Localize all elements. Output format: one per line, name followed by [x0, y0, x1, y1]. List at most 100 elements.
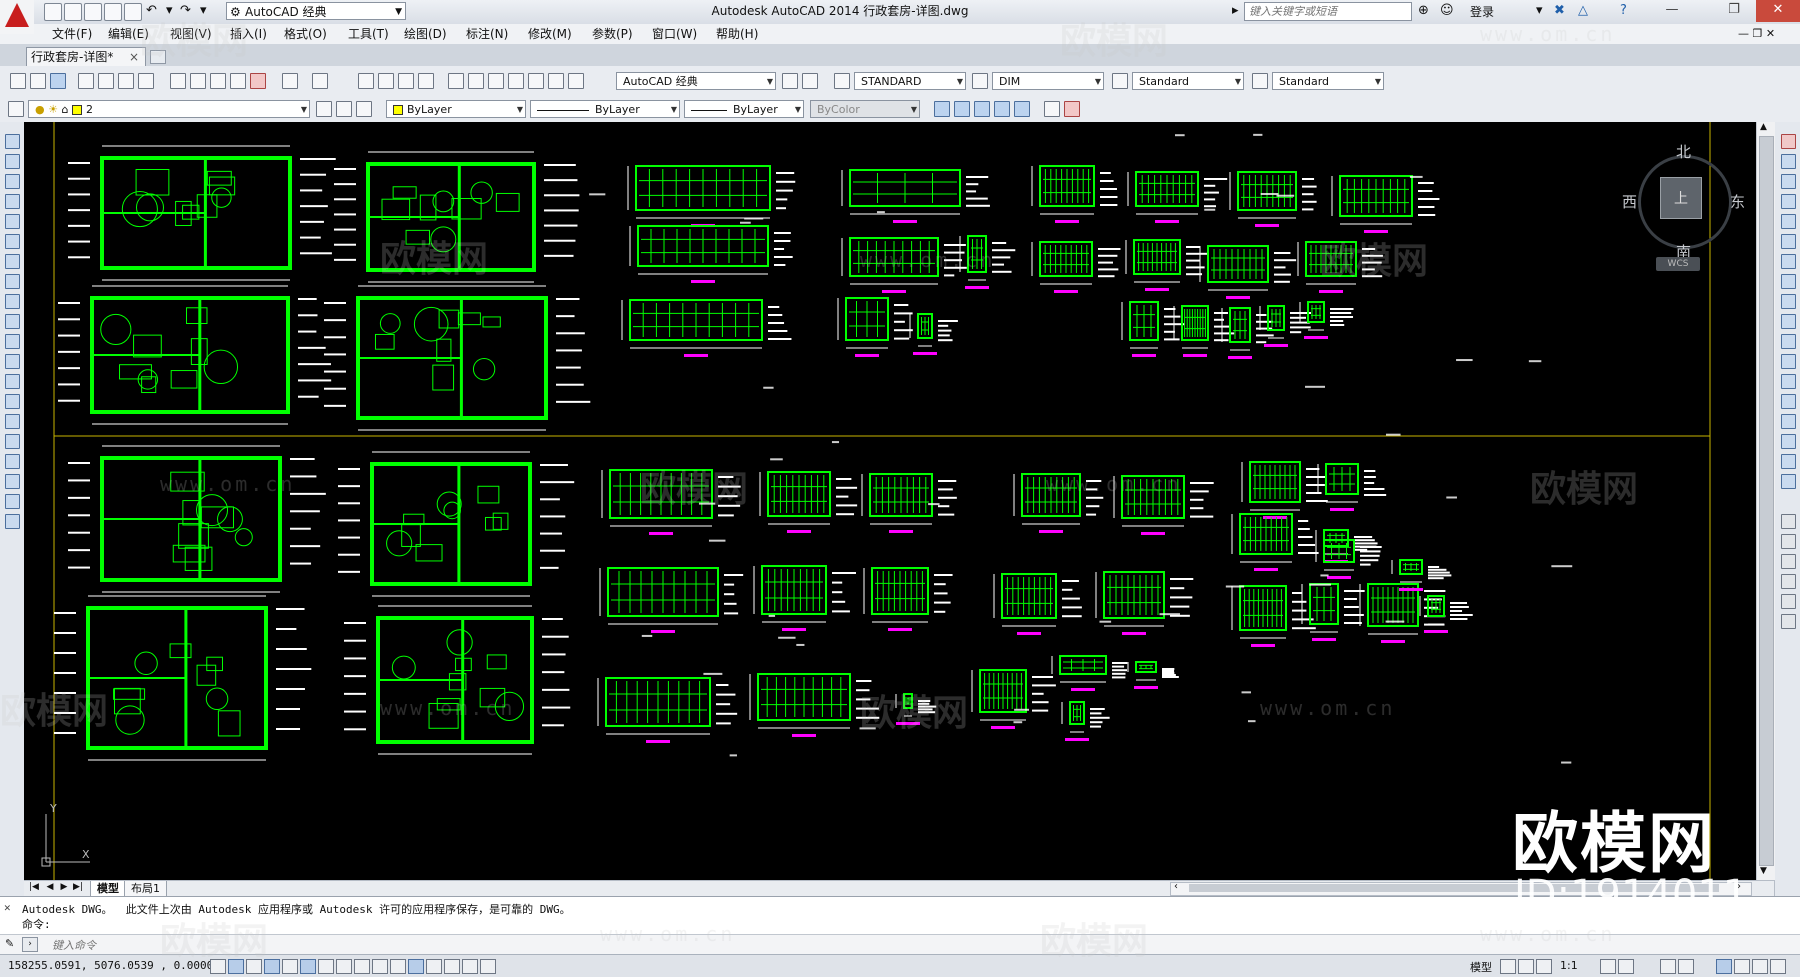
- print-icon[interactable]: [124, 3, 142, 21]
- layer-walk-icon[interactable]: [1781, 594, 1796, 609]
- expand-arrow-icon[interactable]: ▸: [1232, 3, 1239, 19]
- menu-help[interactable]: 帮助(H): [716, 24, 758, 44]
- command-input[interactable]: [50, 936, 1754, 955]
- layout1-tab[interactable]: 布局1: [124, 881, 167, 897]
- preview-icon[interactable]: [98, 73, 114, 89]
- connect-icon[interactable]: △: [1578, 3, 1588, 19]
- layer-combo[interactable]: ● ☀ ⌂ 2 ▼: [28, 100, 310, 118]
- first-tab-icon[interactable]: |◀: [28, 882, 40, 892]
- match-properties-icon[interactable]: [230, 73, 246, 89]
- help-icon[interactable]: ?: [1620, 3, 1627, 19]
- quick-properties-icon[interactable]: [426, 959, 442, 974]
- point-icon[interactable]: [5, 394, 20, 409]
- circle-icon[interactable]: [5, 254, 20, 269]
- dim-style-icon[interactable]: [972, 73, 988, 89]
- close-icon[interactable]: ×: [129, 48, 139, 66]
- menu-parametric[interactable]: 参数(P): [592, 24, 633, 44]
- insert-block-icon[interactable]: [5, 354, 20, 369]
- quick-view-layouts-icon[interactable]: [1500, 959, 1516, 974]
- workspace-combo[interactable]: AutoCAD 经典 ▼: [616, 72, 776, 90]
- zoom-previous-icon[interactable]: [418, 73, 434, 89]
- north-label[interactable]: 北: [1676, 141, 1691, 162]
- annotation-scale[interactable]: 1:1: [1560, 959, 1578, 972]
- ortho-mode-icon[interactable]: [264, 959, 280, 974]
- exchange-icon[interactable]: ✖: [1554, 3, 1565, 19]
- gradient-icon[interactable]: [5, 434, 20, 449]
- mtext-icon[interactable]: [5, 494, 20, 509]
- text-style-combo[interactable]: STANDARD ▼: [854, 72, 966, 90]
- selection-filter-icon[interactable]: [480, 959, 496, 974]
- scroll-thumb[interactable]: [1759, 136, 1774, 866]
- new-file-icon[interactable]: [44, 3, 62, 21]
- stretch-icon[interactable]: [1781, 294, 1796, 309]
- text-style-icon[interactable]: [834, 73, 850, 89]
- undo-icon[interactable]: [282, 73, 298, 89]
- object-snap-tracking-icon[interactable]: [336, 959, 352, 974]
- viewcube-top-face[interactable]: 上: [1660, 177, 1702, 219]
- table-icon[interactable]: [5, 474, 20, 489]
- extend-icon[interactable]: [1781, 334, 1796, 349]
- group-icon[interactable]: [1781, 534, 1796, 549]
- menu-modify[interactable]: 修改(M): [528, 24, 572, 44]
- hatch-icon[interactable]: [5, 414, 20, 429]
- layer-previous-icon[interactable]: [336, 101, 352, 117]
- view-iso-icon[interactable]: [1014, 101, 1030, 117]
- table-style-icon[interactable]: [1112, 73, 1128, 89]
- restore-button[interactable]: ❐: [1712, 0, 1756, 22]
- layer-manager-icon[interactable]: [8, 101, 24, 117]
- view-top-icon[interactable]: [934, 101, 950, 117]
- offset-icon[interactable]: [1781, 194, 1796, 209]
- region-icon[interactable]: [5, 454, 20, 469]
- markup-icon[interactable]: [528, 73, 544, 89]
- dynamic-input-icon[interactable]: [372, 959, 388, 974]
- array-icon[interactable]: [1781, 214, 1796, 229]
- 3d-print-icon[interactable]: [138, 73, 154, 89]
- snap-mode-icon[interactable]: [228, 959, 244, 974]
- construction-line-icon[interactable]: [5, 154, 20, 169]
- pan-icon[interactable]: [358, 73, 374, 89]
- new-tab-button[interactable]: [150, 50, 166, 64]
- scroll-down-arrow-icon[interactable]: ▼: [1760, 866, 1767, 876]
- quick-view-drawings-icon[interactable]: [1518, 959, 1534, 974]
- ucs-world-icon[interactable]: [1064, 101, 1080, 117]
- transparency-icon[interactable]: [408, 959, 424, 974]
- vertical-scrollbar[interactable]: ▲ ▼: [1756, 122, 1775, 880]
- quickcalc-icon[interactable]: [548, 73, 564, 89]
- toolbar-lock-icon[interactable]: [802, 73, 818, 89]
- layer-isolate-icon[interactable]: [1781, 614, 1796, 629]
- menu-window[interactable]: 窗口(W): [652, 24, 697, 44]
- add-selected-icon[interactable]: [5, 514, 20, 529]
- spline-icon[interactable]: [5, 294, 20, 309]
- prev-tab-icon[interactable]: ◀: [44, 882, 56, 892]
- coordinate-readout[interactable]: 158255.0591, 5076.0539 , 0.0000: [8, 959, 213, 972]
- pan-status-icon[interactable]: [1536, 959, 1552, 974]
- redo-icon[interactable]: ↷: [180, 3, 191, 19]
- save-icon[interactable]: [84, 3, 102, 21]
- scale-icon[interactable]: [1781, 274, 1796, 289]
- publish-icon[interactable]: [118, 73, 134, 89]
- join-icon[interactable]: [1781, 394, 1796, 409]
- layer-state-icon[interactable]: [356, 101, 372, 117]
- east-label[interactable]: 东: [1730, 191, 1745, 212]
- ellipse-icon[interactable]: [5, 314, 20, 329]
- move-icon[interactable]: [1781, 234, 1796, 249]
- dropdown-icon[interactable]: ▾: [1536, 3, 1543, 19]
- menu-dimension[interactable]: 标注(N): [466, 24, 508, 44]
- object-snap-icon[interactable]: [300, 959, 316, 974]
- plotstyle-combo[interactable]: ByColor ▼: [810, 100, 920, 118]
- rotate-icon[interactable]: [1781, 254, 1796, 269]
- explode-icon[interactable]: [1781, 474, 1796, 489]
- group-edit-icon[interactable]: [1781, 574, 1796, 589]
- 3d-object-snap-icon[interactable]: [318, 959, 334, 974]
- search-input[interactable]: [1244, 2, 1412, 21]
- mleader-style-icon[interactable]: [1252, 73, 1268, 89]
- color-combo[interactable]: ByLayer ▼: [386, 100, 526, 118]
- close-button[interactable]: ✕: [1756, 0, 1800, 22]
- cut-icon[interactable]: [170, 73, 186, 89]
- scroll-left-arrow-icon[interactable]: ‹: [1174, 881, 1178, 892]
- arc-icon[interactable]: [5, 234, 20, 249]
- view-left-icon[interactable]: [974, 101, 990, 117]
- zoom-window-icon[interactable]: [398, 73, 414, 89]
- mleader-style-combo[interactable]: Standard ▼: [1272, 72, 1384, 90]
- allow-ucs-icon[interactable]: [354, 959, 370, 974]
